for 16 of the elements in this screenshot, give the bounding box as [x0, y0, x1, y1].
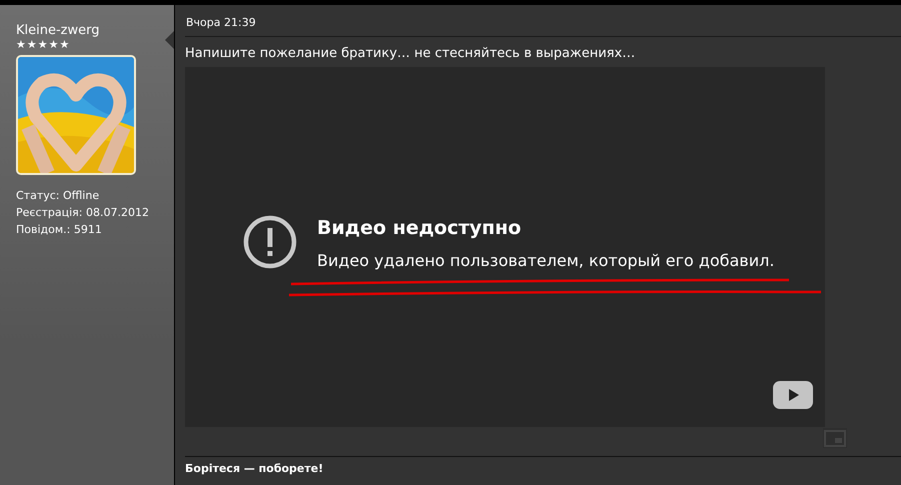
username: Kleine-zwerg [16, 22, 100, 39]
profile-info: Реєстрація: 08.07.2012 [16, 205, 150, 221]
video-error-message: Видео удалено пользователем, который его добавил. [317, 250, 774, 272]
star-icon: ★ [26, 39, 37, 51]
post-text: Напишите пожелание братику… не стесняйтесь в выражениях… [185, 46, 636, 62]
star-icon: ★ [60, 39, 70, 51]
video-error-title: Видео недоступно [317, 216, 522, 241]
play-icon[interactable] [773, 381, 813, 409]
post-timestamp: Вчора 21:39 [185, 5, 901, 37]
star-icon: ★ [16, 39, 26, 51]
star-icon: ★ [38, 39, 48, 51]
signature-text: Борітеся — поборете! [185, 462, 324, 476]
star-icon: ★ [48, 39, 58, 51]
profile-info: Повідом.: 5911 [16, 222, 103, 238]
profile-info: Статус: Offline [16, 188, 100, 204]
warning-icon [243, 215, 297, 269]
